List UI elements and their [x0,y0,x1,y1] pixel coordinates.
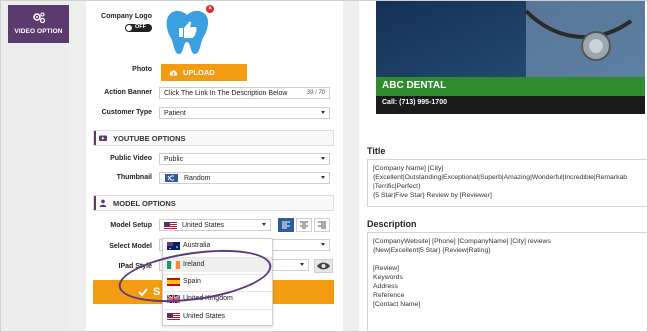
company-logo-row: Company Logo [1,11,258,25]
align-right-icon [318,221,326,229]
section-accent-bar [94,196,96,210]
action-banner-label: Action Banner [104,89,152,96]
company-logo-image [162,6,213,58]
video-company-name: ABC DENTAL [382,80,447,91]
align-center-icon [300,221,308,229]
customer-type-value: Patient [164,110,186,117]
app-frame: VIDEO OPTION Company Logo OFF × Photo UP… [0,0,648,332]
video-option-label: VIDEO OPTION [14,28,63,35]
customer-type-select[interactable]: Patient [159,107,330,119]
align-right-button[interactable] [314,218,330,232]
thumbnail-select[interactable]: Random [159,172,330,184]
eye-icon [317,262,330,270]
public-video-select[interactable]: Public [159,153,330,165]
toggle-knob [126,25,132,31]
align-left-button[interactable] [278,218,294,232]
logo-toggle[interactable]: OFF [125,24,152,32]
description-heading: Description [367,219,417,229]
chevron-down-icon [321,243,325,246]
public-video-value: Public [164,156,184,163]
thumbnail-value: Random [184,175,211,182]
customer-type-label: Customer Type [101,109,152,116]
toggle-state-text: OFF [135,24,146,30]
title-heading: Title [367,146,386,156]
company-logo-label: Company Logo [101,13,152,20]
cloud-upload-icon [169,70,178,76]
us-flag-icon [164,222,177,230]
model-options-header: MODEL OPTIONS [93,195,334,211]
action-banner-counter: 39 / 70 [306,90,325,96]
chevron-down-icon [321,111,325,114]
tooth-logo-icon [166,10,209,55]
model-setup-label: Model Setup [110,222,152,229]
action-banner-input[interactable]: Click The Link In The Description Below … [159,87,330,99]
preview-eye-button[interactable] [314,259,333,273]
youtube-options-title: YOUTUBE OPTIONS [113,134,186,143]
section-accent-bar [94,131,96,145]
align-center-button[interactable] [296,218,312,232]
youtube-options-header: YOUTUBE OPTIONS [93,130,334,146]
upload-label: UPLOAD [183,68,215,77]
model-setup-value: United States [182,222,225,229]
video-phone: Call: (713) 995-1700 [382,99,447,106]
description-textarea[interactable]: [CompanyWebsite] [Phone] [CompanyName] [… [367,232,647,331]
chevron-down-icon [262,223,266,226]
us-flag-icon [167,313,180,321]
chevron-down-icon [300,263,304,266]
dropdown-option-label: United States [183,313,226,320]
action-banner-value: Click The Link In The Description Below [164,90,288,97]
video-preview[interactable]: ABC DENTAL Call: (713) 995-1700 [376,1,645,114]
photo-label: Photo [132,66,152,73]
select-model-label: Select Model [109,243,152,250]
dropdown-option-label: Australia [183,242,211,249]
public-video-label: Public Video [110,155,152,162]
thumbnail-label: Thumbnail [116,174,152,181]
australia-flag-icon [167,242,180,250]
align-left-icon [282,221,290,229]
dropdown-option[interactable]: United States [163,309,272,324]
chevron-down-icon [321,157,325,160]
model-options-title: MODEL OPTIONS [113,199,176,208]
title-textarea[interactable]: [Company Name] [City] {Excellent|Outstan… [367,159,647,207]
shuffle-icon [165,174,178,182]
model-setup-select[interactable]: United States [159,219,271,231]
remove-logo-button[interactable]: × [206,5,214,13]
upload-button[interactable]: UPLOAD [161,64,247,81]
youtube-icon [99,135,107,141]
user-icon [99,199,107,207]
chevron-down-icon [321,176,325,179]
